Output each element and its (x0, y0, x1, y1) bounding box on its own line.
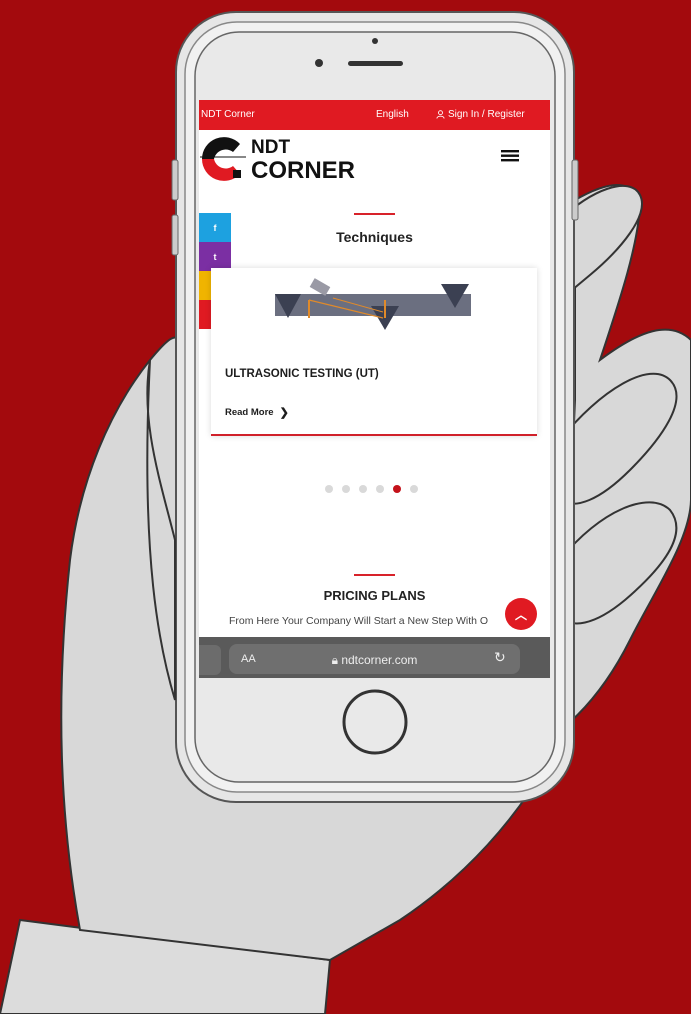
site-header: NDT CORNER (199, 130, 550, 190)
reload-icon[interactable]: ↻ (494, 649, 506, 666)
read-more-label: Read More (225, 407, 274, 418)
address-text-wrap: 🔒︎ ndtcorner.com (229, 653, 520, 668)
browser-url-bar: AA 🔒︎ ndtcorner.com ↻ (199, 637, 550, 678)
techniques-divider (354, 213, 395, 215)
signin-label: Sign In / Register (448, 109, 525, 120)
carousel-dots (325, 485, 418, 493)
previous-tab-pill[interactable] (199, 645, 221, 675)
hamburger-menu-icon[interactable] (500, 147, 520, 163)
facebook-button[interactable]: f (199, 213, 231, 242)
twitter-button[interactable]: t (199, 242, 231, 271)
url-text: ndtcorner.com (341, 653, 418, 667)
logo-text-corner: CORNER (251, 157, 355, 184)
twitter-icon: t (213, 251, 217, 262)
chevron-right-icon: ❯ (279, 407, 289, 419)
read-more-link[interactable]: Read More ❯ (225, 406, 289, 419)
carousel-dot[interactable] (376, 485, 384, 493)
back-to-top-button[interactable]: ︿ (505, 598, 537, 630)
signin-link[interactable]: Sign In / Register (436, 109, 525, 120)
carousel-dot[interactable] (410, 485, 418, 493)
pricing-divider (354, 574, 395, 576)
techniques-title: Techniques (336, 229, 413, 245)
lock-icon: 🔒︎ (331, 653, 342, 667)
technique-card[interactable]: ULTRASONIC TESTING (UT) Read More ❯ (211, 268, 537, 436)
chevron-up-icon: ︿ (514, 607, 527, 622)
logo-text-ndt: NDT (251, 137, 290, 158)
phone-screen: NDT Corner English Sign In / Register ND… (199, 100, 550, 678)
facebook-icon: f (213, 222, 217, 233)
card-title: ULTRASONIC TESTING (UT) (225, 368, 379, 380)
carousel-dot[interactable] (325, 485, 333, 493)
top-bar: NDT Corner English Sign In / Register (199, 100, 550, 130)
ndt-corner-logo[interactable]: NDT CORNER (200, 133, 360, 185)
user-icon (436, 110, 445, 119)
pricing-title: PRICING PLANS (323, 588, 426, 603)
carousel-dot[interactable] (342, 485, 350, 493)
pricing-subtitle: From Here Your Company Will Start a New … (229, 615, 489, 627)
address-field[interactable]: AA 🔒︎ ndtcorner.com ↻ (229, 644, 520, 674)
carousel-dot-active[interactable] (393, 485, 401, 493)
language-selector[interactable]: English (376, 109, 409, 120)
ultrasonic-testing-diagram (275, 278, 471, 330)
carousel-dot[interactable] (359, 485, 367, 493)
site-name-link[interactable]: NDT Corner (201, 109, 255, 120)
